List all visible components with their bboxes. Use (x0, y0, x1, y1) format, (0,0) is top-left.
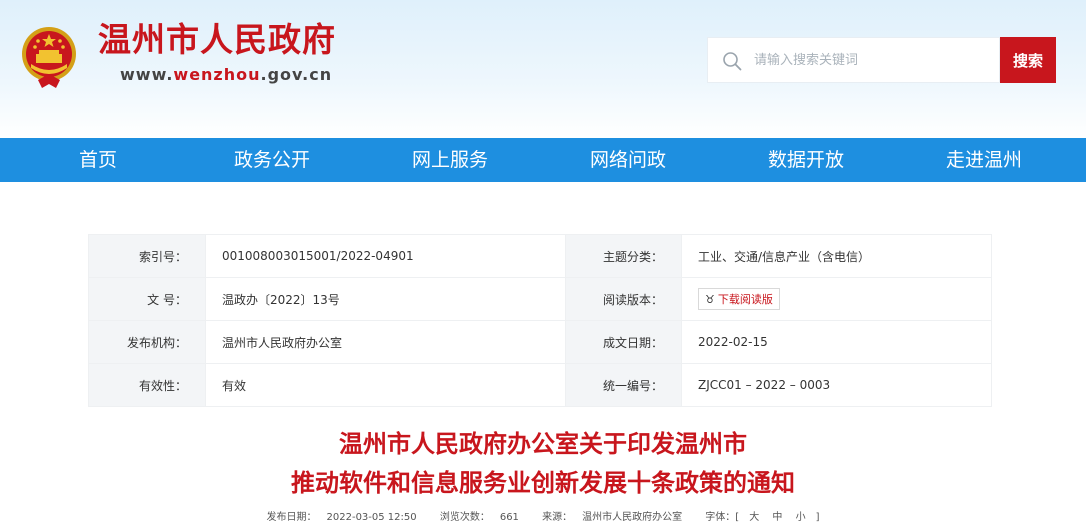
nav-item-online-inquiry[interactable]: 网络问政 (574, 138, 682, 182)
font-size-label: 字体：[ (705, 512, 740, 523)
index-label: 索引号： (88, 234, 206, 278)
download-reader-button[interactable]: ♉ 下载阅读版 (698, 288, 780, 310)
topic-value: 工业、交通/信息产业（含电信） (681, 234, 992, 278)
search-button[interactable]: 搜索 (1000, 37, 1056, 83)
national-emblem-icon (22, 27, 76, 88)
site-title[interactable]: 温州市人民政府 (98, 20, 336, 60)
serial-value: ZJCC01 – 2022 – 0003 (681, 363, 992, 407)
font-size-selector: 字体：[ 大 中 小] (700, 512, 824, 523)
topic-label: 主题分类： (565, 234, 682, 278)
serial-label: 统一编号： (565, 363, 682, 407)
table-row: 索引号： 001008003015001/2022-04901 主题分类： 工业… (88, 234, 992, 278)
main-nav: 首页 政务公开 网上服务 网络问政 数据开放 走进温州 (0, 138, 1086, 182)
publish-date-value: 2022-03-05 12:50 (326, 512, 417, 523)
org-label: 发布机构： (88, 320, 206, 364)
download-reader-label: 下载阅读版 (717, 293, 773, 306)
site-url-accent: wenzhou (173, 65, 261, 84)
site-url-suffix: .gov.cn (260, 65, 333, 84)
docno-label: 文 号： (88, 277, 206, 321)
reader-download-icon: ♉ (705, 293, 715, 306)
view-count: 浏览次数： 661 (435, 512, 524, 523)
document-meta: 发布日期： 2022-03-05 12:50 浏览次数： 661 来源： 温州市人民政… (0, 508, 1086, 523)
nav-item-online-services[interactable]: 网上服务 (396, 138, 504, 182)
publish-date-label: 发布日期： (266, 512, 317, 523)
font-size-large-link[interactable]: 大 (749, 512, 759, 523)
valid-value: 有效 (205, 363, 566, 407)
font-size-medium-link[interactable]: 中 (772, 512, 782, 523)
document-info-table: 索引号： 001008003015001/2022-04901 主题分类： 工业… (88, 234, 992, 407)
publish-date: 发布日期： 2022-03-05 12:50 (262, 512, 422, 523)
source-label: 来源： (542, 512, 573, 523)
site-url-prefix: www. (120, 65, 174, 84)
site-url[interactable]: www.wenzhou.gov.cn (120, 65, 332, 84)
reader-cell: ♉ 下载阅读版 (681, 277, 992, 321)
site-header: 温州市人民政府 www.wenzhou.gov.cn 搜索 (0, 0, 1086, 138)
source-value: 温州市人民政府办公室 (582, 512, 683, 523)
view-count-label: 浏览次数： (439, 512, 490, 523)
search-box (707, 37, 1000, 83)
font-size-small-link[interactable]: 小 (796, 512, 806, 523)
reader-label: 阅读版本： (565, 277, 682, 321)
nav-item-home[interactable]: 首页 (44, 138, 152, 182)
table-row: 文 号： 温政办〔2022〕13号 阅读版本： ♉ 下载阅读版 (88, 277, 992, 321)
search-icon (723, 52, 742, 71)
table-row: 发布机构： 温州市人民政府办公室 成文日期： 2022-02-15 (88, 320, 992, 364)
document-title-line2: 推动软件和信息服务业创新发展十条政策的通知 (291, 469, 795, 497)
nav-item-about-wenzhou[interactable]: 走进温州 (930, 138, 1038, 182)
source: 来源： 温州市人民政府办公室 (537, 512, 687, 523)
search-input[interactable] (754, 38, 994, 82)
document-title-line1: 温州市人民政府办公室关于印发温州市 (339, 430, 747, 458)
view-count-value: 661 (499, 512, 519, 523)
font-size-close: ] (815, 512, 820, 523)
date-label: 成文日期： (565, 320, 682, 364)
date-value: 2022-02-15 (681, 320, 992, 364)
org-value: 温州市人民政府办公室 (205, 320, 566, 364)
index-value: 001008003015001/2022-04901 (205, 234, 566, 278)
valid-label: 有效性： (88, 363, 206, 407)
docno-value: 温政办〔2022〕13号 (205, 277, 566, 321)
nav-item-open-data[interactable]: 数据开放 (752, 138, 860, 182)
nav-item-gov-affairs[interactable]: 政务公开 (218, 138, 326, 182)
table-row: 有效性： 有效 统一编号： ZJCC01 – 2022 – 0003 (88, 363, 992, 407)
